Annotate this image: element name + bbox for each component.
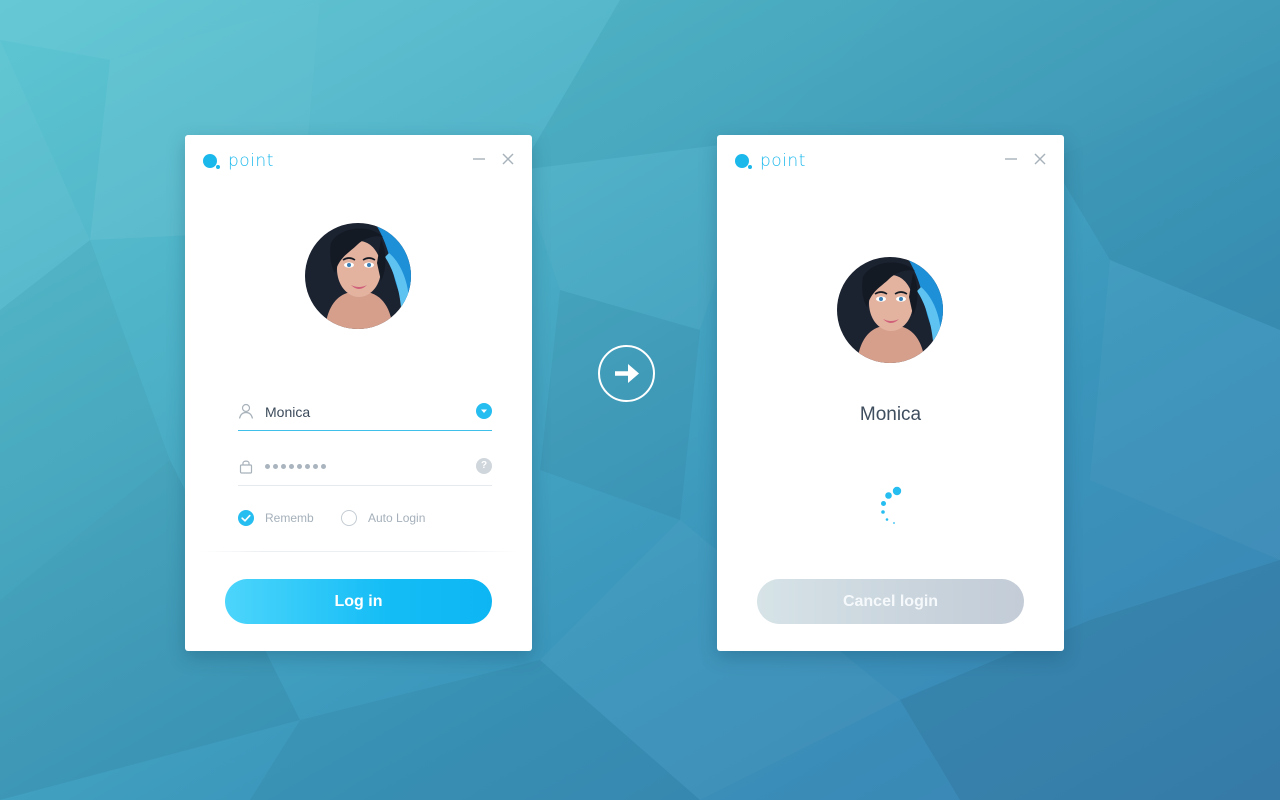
remember-label: Rememb <box>265 511 314 525</box>
password-mask-dot <box>321 463 326 469</box>
divider <box>199 551 518 552</box>
password-mask-dot <box>313 463 318 469</box>
login-button[interactable]: Log in <box>225 579 492 624</box>
password-mask-dot <box>305 463 310 469</box>
password-mask-dot <box>297 463 302 469</box>
password-mask-dot <box>281 463 286 469</box>
loading-window: point Monica Cancel login <box>717 135 1064 651</box>
user-avatar <box>305 223 411 329</box>
checkbox-checked-icon[interactable] <box>238 510 254 526</box>
remember-checkbox[interactable]: Rememb <box>238 510 314 526</box>
auto-login-checkbox[interactable]: Auto Login <box>341 510 425 526</box>
checkbox-unchecked-icon[interactable] <box>341 510 357 526</box>
app-logo: point <box>735 151 806 171</box>
username-field[interactable]: Monica <box>238 391 492 431</box>
minimize-icon[interactable] <box>1003 151 1019 167</box>
user-icon <box>238 403 254 419</box>
user-avatar <box>837 257 943 363</box>
password-mask-dot <box>273 463 278 469</box>
cancel-login-button[interactable]: Cancel login <box>757 579 1024 624</box>
password-field[interactable]: ? <box>238 446 492 486</box>
help-icon[interactable]: ? <box>476 458 492 474</box>
chevron-down-icon[interactable] <box>476 403 492 419</box>
close-icon[interactable] <box>500 151 516 167</box>
arrow-right-icon <box>598 345 655 402</box>
loading-spinner-icon <box>874 485 904 525</box>
password-mask-dot <box>265 463 270 469</box>
logo-text: point <box>760 151 806 171</box>
lock-icon <box>238 458 254 474</box>
logo-icon <box>203 153 220 169</box>
app-logo: point <box>203 151 274 171</box>
logo-icon <box>735 153 752 169</box>
auto-login-label: Auto Login <box>368 511 426 525</box>
minimize-icon[interactable] <box>471 151 487 167</box>
password-value[interactable] <box>265 458 326 474</box>
logo-text: point <box>228 151 274 171</box>
user-name: Monica <box>859 404 922 425</box>
login-window: point Monica ? Rememb Auto Login Log in <box>185 135 532 651</box>
username-value[interactable]: Monica <box>265 404 310 420</box>
password-mask-dot <box>289 463 294 469</box>
close-icon[interactable] <box>1032 151 1048 167</box>
